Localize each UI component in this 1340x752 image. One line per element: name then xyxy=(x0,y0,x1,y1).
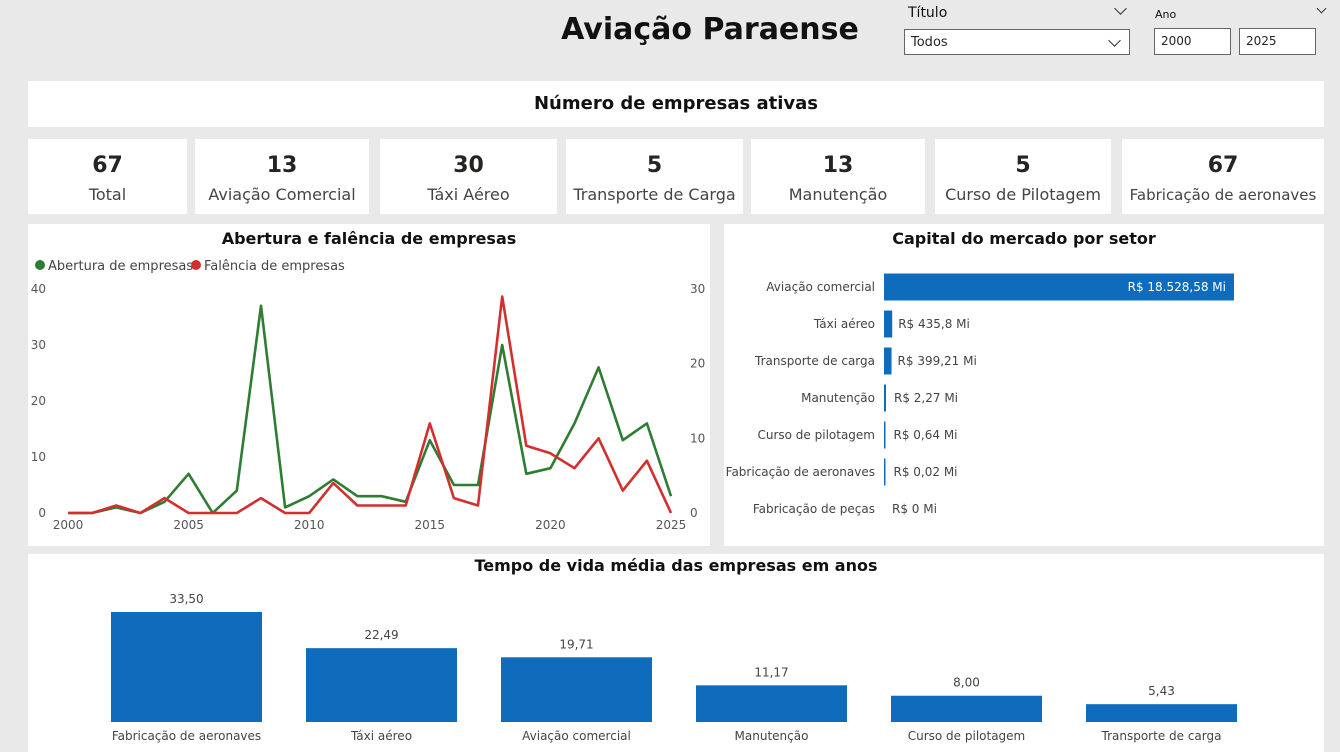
legend-label-falencia: Falência de empresas xyxy=(204,259,345,274)
kpi-label: Curso de Pilotagem xyxy=(945,185,1101,204)
chevron-down-icon[interactable] xyxy=(1316,3,1327,14)
data-label: R$ 0,02 Mi xyxy=(894,465,958,479)
kpi-label: Táxi Aéreo xyxy=(427,185,510,204)
category-label: Transporte de carga xyxy=(1101,729,1222,743)
bar[interactable] xyxy=(501,657,652,722)
year-end-input[interactable]: 2025 xyxy=(1239,28,1316,55)
y-left-tick-label: 20 xyxy=(31,394,46,408)
category-label: Manutenção xyxy=(801,391,875,405)
kpi-value: 67 xyxy=(1207,153,1239,178)
x-tick-label: 2010 xyxy=(294,518,325,532)
series-line-falencia[interactable] xyxy=(68,295,673,515)
kpi-card-fabricacao-aeronaves: 67 Fabricação de aeronaves xyxy=(1122,139,1324,214)
kpi-value: 13 xyxy=(822,153,854,178)
bar[interactable] xyxy=(1086,704,1237,722)
x-tick-label: 2020 xyxy=(535,518,566,532)
kpi-header: Número de empresas ativas xyxy=(28,81,1324,127)
chevron-down-icon xyxy=(1108,34,1121,47)
y-left-tick-label: 0 xyxy=(38,506,46,520)
data-label: R$ 0,64 Mi xyxy=(894,428,958,442)
year-start-input[interactable]: 2000 xyxy=(1154,28,1231,55)
y-left-tick-label: 10 xyxy=(31,450,46,464)
x-tick-label: 2000 xyxy=(53,518,84,532)
category-label: Fabricação de peças xyxy=(753,502,875,516)
category-label: Transporte de carga xyxy=(754,354,875,368)
bar[interactable] xyxy=(884,347,892,375)
y-right-tick-label: 20 xyxy=(690,357,705,371)
series-line-abertura[interactable] xyxy=(68,304,673,515)
kpi-label: Manutenção xyxy=(788,185,888,204)
page-title: Aviação Paraense xyxy=(561,12,859,47)
kpi-label: Fabricação de aeronaves xyxy=(1129,186,1317,204)
y-left-tick-label: 30 xyxy=(31,338,46,352)
title-dropdown-value: Todos xyxy=(911,35,948,50)
y-right-tick-label: 10 xyxy=(690,431,705,445)
lifetime-chart-svg: 33,50 Fabricação de aeronaves 22,49 Táxi aé… xyxy=(111,592,1237,743)
y-right-tick-label: 30 xyxy=(690,282,705,296)
legend-label-abertura: Abertura de empresas xyxy=(48,259,193,274)
kpi-card-taxi-aereo: 30 Táxi Aéreo xyxy=(380,139,557,214)
x-tick-label: 2005 xyxy=(173,518,204,532)
data-label: 11,17 xyxy=(754,665,788,679)
line-chart-card: Abertura e falência de empresas 0 10 20 30 4… xyxy=(28,224,710,546)
category-label: Aviação comercial xyxy=(522,729,631,743)
title-dropdown[interactable]: Todos xyxy=(904,29,1130,55)
category-label: Fabricação de aeronaves xyxy=(112,729,261,743)
bar[interactable] xyxy=(884,421,886,449)
kpi-label: Transporte de Carga xyxy=(573,185,736,204)
kpi-label: Total xyxy=(88,185,127,204)
category-label: Manutenção xyxy=(735,729,809,743)
data-label: R$ 435,8 Mi xyxy=(898,317,970,331)
kpi-card-aviacao-comercial: 13 Aviação Comercial xyxy=(195,139,369,214)
category-label: Táxi aéreo xyxy=(813,317,875,331)
x-tick-label: 2015 xyxy=(415,518,446,532)
title-slicer-label: Título xyxy=(908,5,948,21)
kpi-value: 13 xyxy=(266,153,298,178)
data-label: 8,00 xyxy=(953,676,980,690)
bar[interactable] xyxy=(891,695,1042,722)
bar[interactable] xyxy=(306,648,457,722)
data-label: 22,49 xyxy=(364,628,398,642)
bar[interactable] xyxy=(884,384,886,412)
category-label: Curso de pilotagem xyxy=(757,428,875,442)
kpi-value: 5 xyxy=(646,153,663,178)
kpi-value: 30 xyxy=(453,153,484,178)
legend-marker-falencia xyxy=(191,260,201,270)
kpi-card-curso-pilotagem: 5 Curso de Pilotagem xyxy=(935,139,1111,214)
category-label: Aviação comercial xyxy=(766,280,875,294)
data-label: R$ 0 Mi xyxy=(892,502,937,516)
data-label: R$ 2,27 Mi xyxy=(894,391,958,405)
data-label: 5,43 xyxy=(1148,684,1175,698)
y-left-tick-label: 40 xyxy=(31,282,46,296)
lifetime-chart-card: Tempo de vida média das empresas em anos… xyxy=(28,554,1324,752)
legend-marker-abertura xyxy=(35,260,45,270)
kpi-card-manutencao: 13 Manutenção xyxy=(751,139,925,214)
capital-chart-card: Capital do mercado por setor Aviação com… xyxy=(724,224,1324,546)
chevron-down-icon[interactable] xyxy=(1114,2,1127,15)
data-label: R$ 399,21 Mi xyxy=(898,354,977,368)
kpi-value: 5 xyxy=(1015,153,1031,178)
data-label: 19,71 xyxy=(559,637,593,651)
category-label: Curso de pilotagem xyxy=(908,729,1026,743)
kpi-card-transporte-carga: 5 Transporte de Carga xyxy=(566,139,743,214)
kpi-label: Aviação Comercial xyxy=(208,185,356,204)
kpi-value: 67 xyxy=(92,153,123,178)
category-label: Fabricação de aeronaves xyxy=(726,465,875,479)
data-label: 33,50 xyxy=(169,592,203,606)
kpi-card-total: 67 Total xyxy=(28,139,187,214)
bar[interactable] xyxy=(696,685,847,722)
bar[interactable] xyxy=(884,458,886,486)
data-label: R$ 18.528,58 Mi xyxy=(1128,280,1226,294)
line-chart-svg: 0 10 20 30 40 0 10 20 30 2000 2005 2010 2015 2020 20… xyxy=(31,259,706,532)
capital-chart-svg: Aviação comercial R$ 18.528,58 Mi Táxi aér… xyxy=(726,273,1234,516)
bar[interactable] xyxy=(111,612,262,722)
y-right-tick-label: 0 xyxy=(690,506,698,520)
x-tick-label: 2025 xyxy=(656,518,687,532)
bar[interactable] xyxy=(884,310,893,338)
category-label: Táxi aéreo xyxy=(350,729,412,743)
year-slicer-label: Ano xyxy=(1155,8,1177,21)
